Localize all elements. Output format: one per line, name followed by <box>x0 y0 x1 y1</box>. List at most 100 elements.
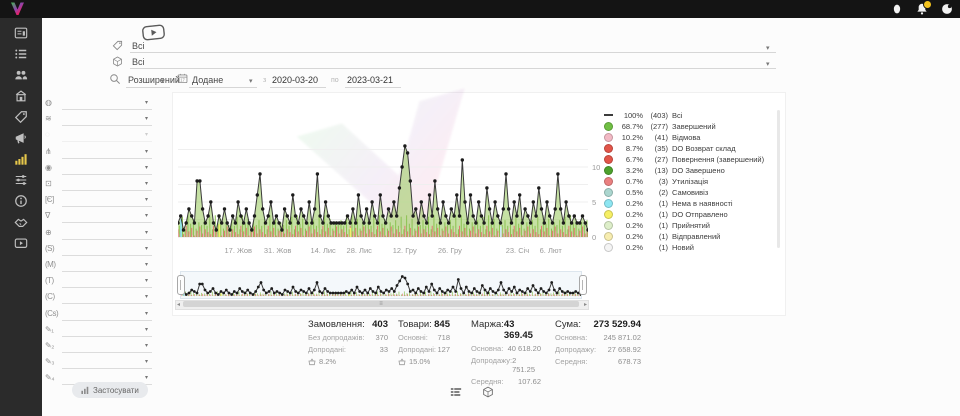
date-to-input[interactable]: 2023-03-21 <box>347 75 393 85</box>
range-handle-left[interactable] <box>177 275 185 295</box>
legend-item[interactable]: 0.2%(1)Прийнятий <box>604 221 776 231</box>
stat-subrow: Без допродажів:370 <box>308 333 388 342</box>
filter-tags-value[interactable]: Всі <box>132 41 145 51</box>
filter-row-filter-nabla[interactable]: ∇▾ <box>44 210 156 224</box>
legend-item[interactable]: 0.2%(1)Відправлений <box>604 232 776 242</box>
filter-row-filter-extra: ◌▾ <box>44 129 156 143</box>
chart-range-navigator[interactable] <box>180 271 582 299</box>
top-bar <box>0 0 960 18</box>
legend-item[interactable]: 6.7%(27)Повернення (завершений) <box>604 154 776 164</box>
filter-row-filter-m[interactable]: (M)▾ <box>44 259 156 273</box>
legend-item[interactable]: 0.2%(1)Новий <box>604 243 776 253</box>
scroll-left-icon[interactable]: ◂ <box>177 301 180 309</box>
legend-count: (403) <box>643 111 668 120</box>
list-view-icon[interactable] <box>450 385 462 397</box>
filter-row-filter-note-1[interactable]: ✎₁▾ <box>44 324 156 338</box>
package-view-icon[interactable] <box>482 385 494 397</box>
sidebar-item-info[interactable] <box>0 190 42 211</box>
filter-nabla-icon: ∇ <box>45 211 50 220</box>
scroll-right-icon[interactable]: ▸ <box>584 301 587 309</box>
legend-item[interactable]: 8.7%(35)DO Возврат склад <box>604 143 776 153</box>
filter-row-filter-package[interactable]: ⊡▾ <box>44 178 156 192</box>
filter-row-filter-t[interactable]: (T)▾ <box>44 275 156 289</box>
chevron-down-icon: ▾ <box>145 229 148 236</box>
date-field-select[interactable]: Додане <box>192 75 223 85</box>
date-from-input[interactable]: 2020-03-20 <box>272 75 318 85</box>
chevron-down-icon[interactable]: ▾ <box>161 78 165 85</box>
sidebar-item-partners[interactable] <box>0 211 42 232</box>
legend-item[interactable]: 10.2%(41)Відмова <box>604 132 776 142</box>
sidebar-item-store[interactable] <box>0 85 42 106</box>
sidebar-item-video[interactable] <box>0 232 42 253</box>
filter-row-filter-cs[interactable]: (Cs)▾ <box>44 308 156 322</box>
sidebar-item-tags[interactable] <box>0 106 42 127</box>
filter-row-filter-sphere[interactable]: ◍▾ <box>44 97 156 111</box>
calendar-icon[interactable]: 17 <box>177 73 188 84</box>
legend-item[interactable]: 0.7%(3)Утилізація <box>604 176 776 186</box>
legend-item[interactable]: 3.2%(13)DO Завершено <box>604 165 776 175</box>
stat-subrow: Середня:678.73 <box>555 357 641 366</box>
video-help-icon[interactable] <box>141 24 165 41</box>
sidebar-item-analytics[interactable] <box>0 148 42 169</box>
filter-t-icon: (T) <box>45 276 54 285</box>
notifications-bell-icon[interactable] <box>915 2 929 16</box>
stat-upsell-rate: 15.0% <box>398 357 450 366</box>
range-handle-right[interactable] <box>579 275 587 295</box>
stat-value: 273 529.94 <box>593 319 641 330</box>
chevron-down-icon[interactable]: ▾ <box>249 78 253 85</box>
filter-row-filter-funnel[interactable]: ≋▾ <box>44 113 156 127</box>
legend-count: (1) <box>643 232 668 241</box>
legend-item[interactable]: 0.2%(1)DO Отправлено <box>604 209 776 219</box>
sidebar-item-dashboard[interactable] <box>0 22 42 43</box>
stat-subrow: Допродані:127 <box>398 345 450 354</box>
chevron-down-icon[interactable]: ▾ <box>766 45 770 52</box>
chart-scrollbar[interactable]: ◂ ≡ ▸ <box>175 300 589 310</box>
x-tick-label: 12. Гру <box>393 246 417 255</box>
legend-scrollbar[interactable] <box>777 110 780 248</box>
legend-item[interactable]: 0.2%(1)Нема в наявності <box>604 198 776 208</box>
filter-row-filter-s[interactable]: (S)▾ <box>44 243 156 257</box>
profile-avatar-icon[interactable] <box>940 2 954 16</box>
filter-row-filter-note-2[interactable]: ✎₂▾ <box>44 340 156 354</box>
filter-products-value[interactable]: Всі <box>132 57 145 67</box>
legend-count: (1) <box>643 221 668 230</box>
filter-sphere-icon: ◍ <box>45 98 51 107</box>
sidebar-item-clients[interactable] <box>0 64 42 85</box>
stat-title: Замовлення: <box>308 319 365 330</box>
legend-item[interactable]: 68.7%(277)Завершений <box>604 121 776 131</box>
sidebar-item-orders[interactable] <box>0 43 42 64</box>
support-icon[interactable] <box>890 2 904 16</box>
filter-products-field[interactable] <box>130 68 776 69</box>
search-icon[interactable] <box>109 73 121 85</box>
legend-label: Утилізація <box>672 177 708 186</box>
scrollbar-thumb[interactable]: ≡ <box>183 301 579 307</box>
legend-label: Новий <box>672 243 694 252</box>
sidebar-item-settings[interactable] <box>0 169 42 190</box>
filter-row-filter-note-3[interactable]: ✎₃▾ <box>44 356 156 370</box>
date-to-label: по <box>331 77 339 84</box>
chevron-down-icon[interactable]: ▾ <box>766 61 770 68</box>
x-tick-label: 6. Лют <box>540 246 562 255</box>
legend-item[interactable]: 0.5%(2)Самовивіз <box>604 187 776 197</box>
filter-extra-icon: ◌ <box>45 130 49 139</box>
filter-tags-field[interactable] <box>130 52 776 53</box>
stat-column: Сума:273 529.94Основна:245 871.02Допрода… <box>555 319 641 366</box>
search-mode-select[interactable]: Розширений <box>128 75 180 85</box>
chevron-down-icon: ▾ <box>145 148 148 155</box>
legend-color-swatch <box>604 133 613 142</box>
apply-button[interactable]: Застосувати <box>72 382 148 398</box>
filter-row-filter-hierarchy[interactable]: ⋔▾ <box>44 146 156 160</box>
brand-logo-icon[interactable] <box>9 1 26 17</box>
filter-row-filter-c[interactable]: (C)▾ <box>44 291 156 305</box>
legend-percent: 10.2% <box>616 133 643 142</box>
sidebar-item-marketing[interactable] <box>0 127 42 148</box>
legend-percent: 0.5% <box>616 188 643 197</box>
orders-timeline-chart[interactable] <box>178 100 588 240</box>
legend-item[interactable]: 100%(403)Всі <box>604 110 776 120</box>
legend-color-swatch <box>604 144 613 153</box>
filter-row-filter-location[interactable]: ◉▾ <box>44 162 156 176</box>
filter-row-filter-globe[interactable]: ⊕▾ <box>44 227 156 241</box>
stat-value: 43 369.45 <box>504 319 541 341</box>
filter-row-filter-currency[interactable]: [Є]▾ <box>44 194 156 208</box>
chevron-down-icon: ▾ <box>145 164 148 171</box>
